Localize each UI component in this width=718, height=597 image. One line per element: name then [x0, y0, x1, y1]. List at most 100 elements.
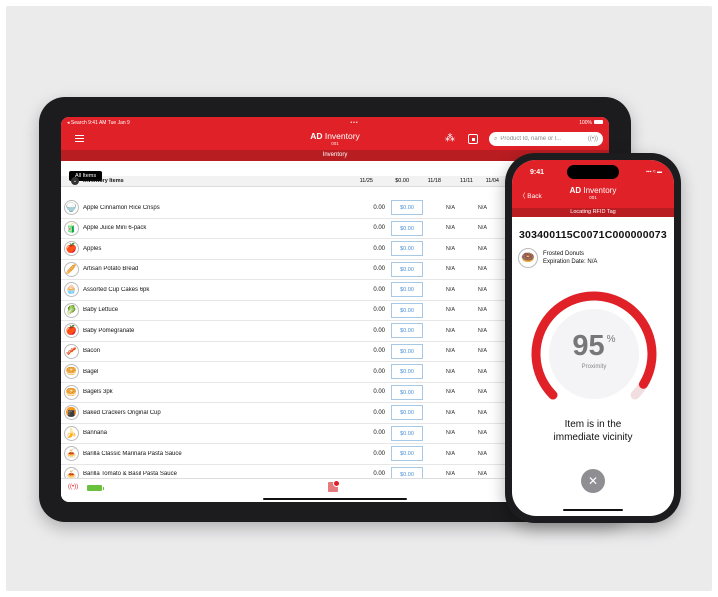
quantity-value: 0.00 [373, 450, 385, 457]
column-header[interactable]: 11/04 [473, 178, 499, 184]
history-value: N/A [445, 368, 455, 375]
product-name: Bacon [83, 348, 101, 355]
price-field[interactable]: $0.00 [391, 282, 423, 298]
history-value: N/A [445, 266, 455, 273]
iphone-screen: 9:41 ▪▪▪ ≈ ▬ 〈 Back AD Inventory 001 Loc… [512, 160, 674, 516]
history-value: N/A [477, 348, 487, 355]
column-header[interactable]: 11/11 [441, 178, 473, 184]
donut-icon: 🍩 [518, 248, 538, 268]
product-thumbnail-icon: 🍝 [64, 446, 79, 462]
export-icon[interactable] [328, 480, 340, 492]
column-header[interactable]: $0.00 [373, 178, 409, 184]
history-value: N/A [445, 245, 455, 252]
column-header[interactable]: 11/18 [409, 178, 441, 184]
history-value: N/A [477, 266, 487, 273]
product-name: Bannana [83, 430, 108, 437]
message-line-1: Item is in the [564, 419, 622, 430]
rfid-icon: ((•)) [68, 484, 79, 490]
product-name: Artisan Potato Bread [83, 266, 139, 273]
history-value: N/A [477, 286, 487, 293]
history-value: N/A [477, 389, 487, 396]
product-thumbnail-icon: 🥬 [64, 302, 79, 318]
app-title-rest: Inventory [322, 131, 360, 141]
product-name: Assorted Cup Cakes 6pk [83, 286, 150, 293]
price-field[interactable]: $0.00 [391, 261, 423, 277]
search-icon: ⌕ [494, 135, 498, 142]
quantity-value: 0.00 [373, 368, 385, 375]
quantity-value: 0.00 [373, 286, 385, 293]
iphone-device: 9:41 ▪▪▪ ≈ ▬ 〈 Back AD Inventory 001 Loc… [505, 153, 681, 523]
proximity-label: Proximity [581, 364, 607, 370]
price-field[interactable]: $0.00 [391, 220, 423, 236]
price-field[interactable]: $0.00 [391, 364, 423, 380]
phone-subtitle: 001 [589, 195, 597, 200]
hierarchy-icon[interactable]: ⁂ [445, 133, 455, 145]
history-value: N/A [477, 450, 487, 457]
status-center: ••• [350, 119, 359, 126]
quantity-value: 0.00 [373, 389, 385, 396]
price-field[interactable]: $0.00 [391, 466, 423, 478]
price-field[interactable]: $0.00 [391, 200, 423, 216]
scan-icon[interactable] [468, 134, 478, 144]
product-name: Apples [83, 245, 102, 252]
product-thumbnail-icon: 🍚 [64, 200, 79, 216]
phone-title-bold: AD [569, 186, 582, 195]
phone-app-title: AD Inventory 001 [512, 186, 674, 200]
close-button[interactable]: ✕ [581, 469, 605, 493]
history-value: N/A [445, 430, 455, 437]
product-name: Barilla Classic Marinara Pasta Sauce [83, 450, 182, 457]
product-name: Bagels 3pk [83, 389, 113, 396]
proximity-gauge: 95% Proximity [528, 288, 660, 420]
history-value: N/A [445, 225, 455, 232]
column-header[interactable]: 11/25 [331, 178, 373, 184]
product-thumbnail-icon: 🍌 [64, 425, 79, 441]
quantity-value: 0.00 [373, 471, 385, 478]
quantity-value: 0.00 [373, 348, 385, 355]
product-thumbnail-icon: 🥓 [64, 343, 79, 359]
price-field[interactable]: $0.00 [391, 323, 423, 339]
history-value: N/A [445, 348, 455, 355]
quantity-value: 0.00 [373, 409, 385, 416]
history-value: N/A [477, 307, 487, 314]
product-thumbnail-icon: 🍎 [64, 241, 79, 257]
product-name: Apple Juice Mini 6-pack [83, 225, 147, 232]
product-thumbnail-icon: 🍝 [64, 466, 79, 478]
price-field[interactable]: $0.00 [391, 384, 423, 400]
header-inventory-items: Inventory Items [83, 178, 124, 184]
home-indicator [263, 498, 407, 500]
search-input[interactable]: ⌕ Product Id, name or l... ((•)) [489, 132, 603, 146]
price-field[interactable]: $0.00 [391, 241, 423, 257]
item-name: Frosted Donuts [543, 251, 585, 257]
price-field[interactable]: $0.00 [391, 343, 423, 359]
nav-bar: AD Inventory 001 ⁂ ⌕ Product Id, name or… [61, 128, 609, 150]
section-title: Locating RFID Tag [512, 208, 674, 217]
item-text: Frosted Donuts Expiration Date: N/A [543, 250, 597, 266]
quantity-value: 0.00 [373, 307, 385, 314]
battery-percent: 100% [579, 119, 592, 126]
rfid-scan-icon[interactable]: ((•)) [588, 136, 598, 142]
price-field[interactable]: $0.00 [391, 302, 423, 318]
status-bar: ◂ Search 9:41 AM Tue Jan 9 ••• 100% [61, 117, 609, 128]
dynamic-island [567, 165, 619, 179]
search-placeholder: Product Id, name or l... [500, 136, 562, 142]
battery-icon [593, 120, 603, 125]
product-thumbnail-icon: 🍎 [64, 323, 79, 339]
phone-status-icons: ▪▪▪ ≈ ▬ [646, 169, 662, 175]
price-field[interactable]: $0.00 [391, 405, 423, 421]
gauge-center: 95% Proximity [549, 309, 639, 399]
status-left: ◂ Search 9:41 AM Tue Jan 9 [67, 119, 130, 126]
product-name: Baby Pomegranate [83, 327, 135, 334]
price-field[interactable]: $0.00 [391, 446, 423, 462]
product-thumbnail-icon: 🍘 [64, 405, 79, 421]
collapse-icon[interactable]: ⌄ [71, 177, 79, 185]
price-field[interactable]: $0.00 [391, 425, 423, 441]
item-info: 🍩 Frosted Donuts Expiration Date: N/A [518, 248, 674, 268]
quantity-value: 0.00 [373, 245, 385, 252]
history-value: N/A [477, 409, 487, 416]
history-value: N/A [477, 204, 487, 211]
product-thumbnail-icon: 🥯 [64, 364, 79, 380]
proximity-value: 95 [572, 330, 605, 362]
rfid-tag-id: 303400115C0071C000000073 [519, 229, 667, 241]
history-value: N/A [445, 204, 455, 211]
phone-time: 9:41 [530, 169, 545, 176]
